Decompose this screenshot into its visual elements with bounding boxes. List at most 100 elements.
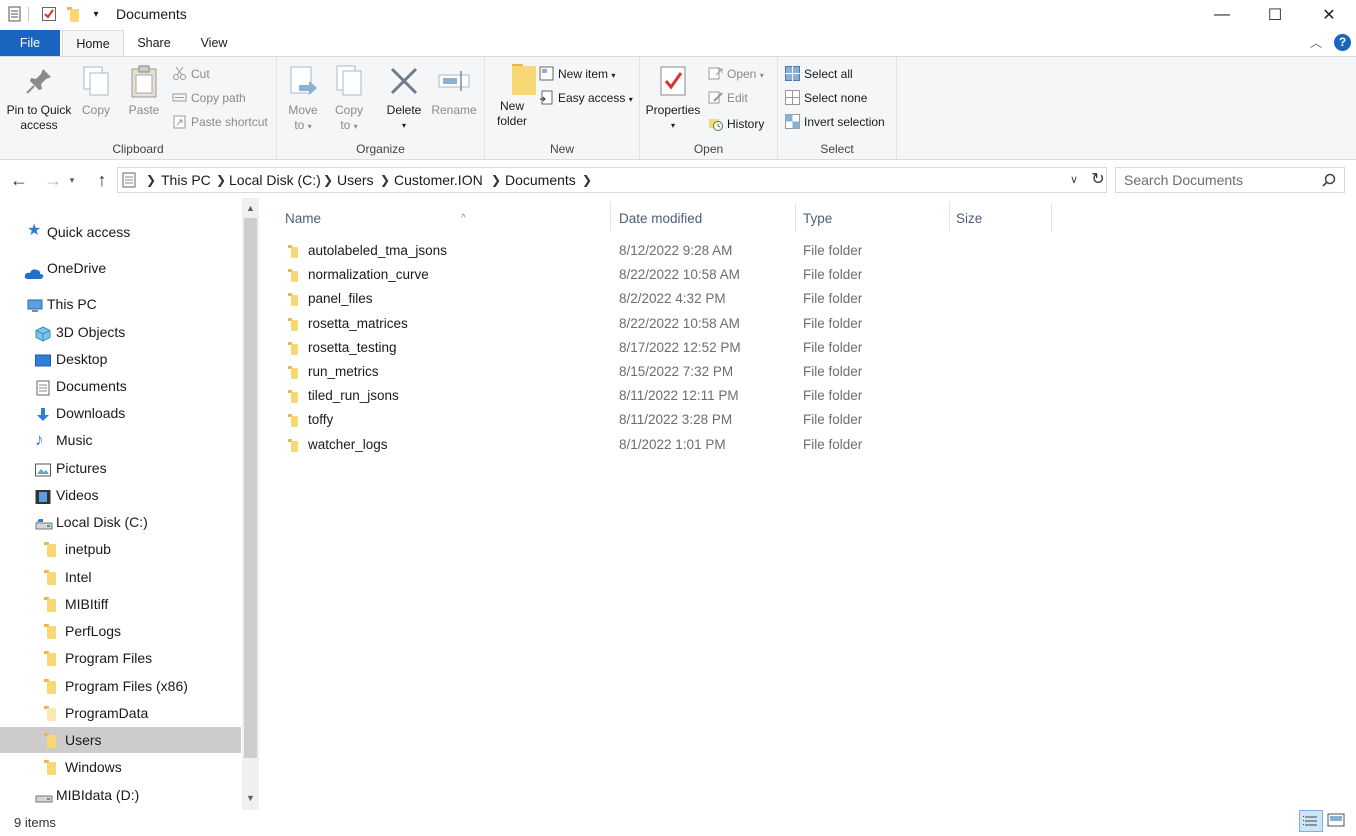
move-to-button[interactable]: Move to ▾ — [283, 63, 323, 134]
nav-item-programdata[interactable]: ProgramData — [0, 700, 241, 726]
details-view-button[interactable] — [1299, 810, 1323, 832]
breadcrumb-documents[interactable]: Documents — [505, 168, 576, 192]
file-row[interactable]: tiled_run_jsons 8/11/2022 12:11 PM File fo… — [272, 384, 1052, 408]
copy-button[interactable]: Copy — [76, 63, 116, 118]
file-row[interactable]: rosetta_matrices 8/22/2022 10:58 AM File f… — [272, 312, 1052, 336]
file-row[interactable]: panel_files 8/2/2022 4:32 PM File folder — [272, 287, 1052, 311]
copy-path-button[interactable]: Copy path — [172, 87, 246, 109]
file-row[interactable]: normalization_curve 8/22/2022 10:58 AM Fil… — [272, 263, 1052, 287]
breadcrumb-separator-icon[interactable]: ❯ — [216, 168, 226, 192]
nav-item-windows[interactable]: Windows — [0, 754, 241, 780]
nav-item-music[interactable]: ♪ Music — [0, 427, 241, 453]
nav-item-quick-access[interactable]: ★ Quick access — [0, 219, 241, 245]
collapse-ribbon-icon[interactable]: ︿ — [1310, 34, 1322, 51]
breadcrumb-customer-ion[interactable]: Customer.ION — [394, 168, 483, 192]
nav-item-users[interactable]: Users — [0, 727, 241, 753]
nav-item-mibidata-d[interactable]: MIBIdata (D:) — [0, 782, 241, 808]
nav-item-inetpub[interactable]: inetpub — [0, 536, 241, 562]
cut-button[interactable]: Cut — [172, 63, 210, 85]
nav-item-3d-objects[interactable]: 3D Objects — [0, 319, 241, 345]
delete-button[interactable]: Delete ▾ — [383, 63, 425, 133]
nav-item-mibitiff[interactable]: MIBItiff — [0, 591, 241, 617]
paste-shortcut-button[interactable]: Paste shortcut — [172, 111, 268, 133]
breadcrumb-separator-icon[interactable]: ❯ — [380, 168, 390, 192]
maximize-button[interactable]: ☐ — [1248, 0, 1302, 30]
copy-to-button[interactable]: Copy to ▾ — [329, 63, 369, 134]
nav-scrollbar[interactable]: ▲ ▼ — [242, 198, 259, 810]
column-divider[interactable] — [1051, 202, 1052, 232]
scroll-up-icon[interactable]: ▲ — [242, 200, 259, 217]
file-row[interactable]: watcher_logs 8/1/2022 1:01 PM File folder — [272, 433, 1052, 457]
column-divider[interactable] — [949, 202, 950, 232]
search-input[interactable] — [1116, 168, 1306, 192]
new-folder-quick-icon[interactable] — [67, 6, 83, 22]
scroll-down-icon[interactable]: ▼ — [242, 790, 259, 807]
easy-access-button[interactable]: Easy access ▾ — [539, 87, 633, 109]
delete-dropdown-icon[interactable]: ▾ — [383, 118, 425, 133]
new-item-button[interactable]: New item ▾ — [539, 63, 615, 85]
new-folder-button[interactable]: New folder — [491, 63, 536, 129]
nav-item-downloads[interactable]: Downloads — [0, 400, 241, 426]
nav-item-this-pc[interactable]: This PC — [0, 291, 241, 317]
select-all-button[interactable]: Select all — [785, 63, 853, 85]
column-divider[interactable] — [795, 202, 796, 232]
column-header-date-modified[interactable]: Date modified — [619, 206, 795, 232]
pin-to-quick-access-button[interactable]: Pin to Quick access — [4, 63, 74, 133]
column-header-name[interactable]: Name ^ — [285, 206, 607, 232]
breadcrumb-users[interactable]: Users — [337, 168, 374, 192]
properties-dropdown-icon[interactable]: ▾ — [644, 118, 702, 133]
nav-item-local-disk-c[interactable]: Local Disk (C:) — [0, 509, 241, 535]
edit-button[interactable]: Edit — [708, 87, 748, 109]
tab-file[interactable]: File — [0, 30, 60, 56]
nav-item-onedrive[interactable]: OneDrive — [0, 255, 241, 281]
nav-item-program-files[interactable]: Program Files — [0, 645, 241, 671]
scrollbar-thumb[interactable] — [244, 218, 257, 758]
open-button[interactable]: Open ▾ — [708, 63, 764, 85]
tab-view[interactable]: View — [190, 30, 238, 56]
up-button[interactable]: ↑ — [90, 168, 114, 192]
explorer-app-icon[interactable] — [7, 6, 23, 22]
breadcrumb-separator-icon[interactable]: ❯ — [146, 168, 156, 192]
search-icon[interactable] — [1322, 173, 1336, 187]
address-bar[interactable]: ❯ This PC ❯ Local Disk (C:) ❯ Users ❯ Cu… — [117, 167, 1107, 193]
tab-home[interactable]: Home — [62, 30, 124, 56]
customize-quick-access-icon[interactable]: ▾ — [88, 8, 104, 24]
back-button[interactable]: ← — [7, 168, 31, 192]
large-icons-view-button[interactable] — [1325, 810, 1349, 832]
nav-item-intel[interactable]: Intel — [0, 564, 241, 590]
paste-button[interactable]: Paste — [122, 63, 166, 118]
invert-selection-button[interactable]: Invert selection — [785, 111, 885, 133]
nav-item-program-files-x86[interactable]: Program Files (x86) — [0, 673, 241, 699]
file-row[interactable]: rosetta_testing 8/17/2022 12:52 PM File fo… — [272, 336, 1052, 360]
help-icon[interactable]: ? — [1334, 34, 1351, 51]
nav-item-videos[interactable]: Videos — [0, 482, 241, 508]
history-button[interactable]: History — [708, 113, 764, 135]
select-none-button[interactable]: Select none — [785, 87, 867, 109]
breadcrumb-this-pc[interactable]: This PC — [161, 168, 211, 192]
breadcrumb-separator-icon[interactable]: ❯ — [582, 168, 592, 192]
column-header-type[interactable]: Type — [803, 206, 948, 232]
properties-button[interactable]: Properties ▾ — [644, 63, 702, 133]
forward-button[interactable]: → — [41, 168, 65, 192]
minimize-button[interactable]: — — [1195, 0, 1249, 30]
file-row[interactable]: run_metrics 8/15/2022 7:32 PM File folder — [272, 360, 1052, 384]
column-header-size[interactable]: Size — [956, 206, 1050, 232]
address-history-dropdown-icon[interactable]: ∨ — [1070, 168, 1078, 192]
properties-quick-icon[interactable] — [41, 6, 57, 22]
tab-share[interactable]: Share — [130, 30, 178, 56]
rename-button[interactable]: Rename — [429, 63, 479, 118]
refresh-button[interactable]: ↻ — [1086, 168, 1110, 192]
file-row[interactable]: toffy 8/11/2022 3:28 PM File folder — [272, 408, 1052, 432]
nav-item-pictures[interactable]: Pictures — [0, 455, 241, 481]
breadcrumb-separator-icon[interactable]: ❯ — [491, 168, 501, 192]
nav-item-desktop[interactable]: Desktop — [0, 346, 241, 372]
nav-item-perflogs[interactable]: PerfLogs — [0, 618, 241, 644]
file-row[interactable]: autolabeled_tma_jsons 8/12/2022 9:28 AM Fi… — [272, 239, 1052, 263]
close-button[interactable]: ✕ — [1302, 0, 1356, 30]
nav-item-documents[interactable]: Documents — [0, 373, 241, 399]
breadcrumb-separator-icon[interactable]: ❯ — [323, 168, 333, 192]
breadcrumb-local-disk[interactable]: Local Disk (C:) — [229, 168, 321, 192]
recent-locations-icon[interactable]: ▾ — [66, 168, 78, 192]
column-divider[interactable] — [610, 202, 611, 232]
search-box[interactable] — [1115, 167, 1345, 193]
